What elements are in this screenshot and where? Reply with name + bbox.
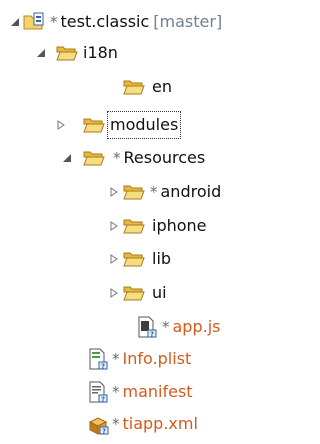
- expand-icon[interactable]: [54, 118, 68, 132]
- folder-open-icon: [122, 75, 146, 99]
- dirty-marker: *: [112, 350, 120, 368]
- tree-row-android[interactable]: * android: [0, 178, 306, 206]
- tiapp-xml-label[interactable]: * tiapp.xml: [112, 411, 198, 437]
- tree-row-project[interactable]: * test.classic [master]: [0, 8, 306, 36]
- plist-file-icon: ?: [86, 347, 110, 371]
- folder-icon: [82, 113, 106, 137]
- svg-text:?: ?: [101, 396, 105, 404]
- expand-icon[interactable]: [107, 219, 121, 233]
- svg-text:?: ?: [102, 428, 106, 436]
- dirty-marker: *: [112, 383, 120, 401]
- tree-row-i18n[interactable]: i18n: [0, 39, 306, 67]
- android-label[interactable]: * android: [150, 179, 221, 205]
- tree-row-manifest[interactable]: ? * manifest: [0, 378, 306, 406]
- lib-label[interactable]: lib: [152, 246, 171, 272]
- node-name: manifest: [122, 382, 193, 401]
- xml-file-icon: ?: [86, 412, 110, 436]
- expand-icon[interactable]: [107, 185, 121, 199]
- js-file-icon: ?: [135, 315, 159, 339]
- tree-row-info-plist[interactable]: ? * Info.plist: [0, 345, 306, 373]
- collapse-icon[interactable]: [60, 151, 74, 165]
- project-folder-icon: [22, 10, 46, 34]
- dirty-marker: *: [112, 415, 120, 433]
- collapse-icon[interactable]: [8, 15, 22, 29]
- project-explorer-tree: * test.classic [master] i18n en modules …: [0, 0, 306, 444]
- tree-row-ui[interactable]: ui: [0, 279, 306, 307]
- git-branch: [master]: [153, 12, 223, 31]
- svg-text:?: ?: [150, 331, 154, 339]
- svg-text:?: ?: [101, 363, 105, 371]
- tree-row-tiapp-xml[interactable]: ? * tiapp.xml: [0, 410, 306, 438]
- node-name: lib: [152, 249, 172, 268]
- node-name: android: [160, 182, 222, 201]
- resources-label[interactable]: * Resources: [113, 145, 205, 171]
- folder-icon: [122, 281, 146, 305]
- i18n-label[interactable]: i18n: [83, 40, 118, 66]
- expand-icon[interactable]: [107, 286, 121, 300]
- tree-row-app-js[interactable]: ? * app.js: [0, 313, 306, 341]
- dirty-marker: *: [50, 13, 58, 31]
- folder-icon: [122, 214, 146, 238]
- collapse-icon[interactable]: [34, 46, 48, 60]
- tree-row-en[interactable]: en: [0, 73, 306, 101]
- iphone-label[interactable]: iphone: [152, 213, 207, 239]
- folder-icon: [122, 247, 146, 271]
- manifest-label[interactable]: * manifest: [112, 379, 193, 405]
- node-name: i18n: [83, 43, 118, 62]
- node-name: Resources: [123, 148, 206, 167]
- node-name: en: [152, 77, 172, 96]
- project-name: test.classic: [60, 12, 150, 31]
- dirty-marker: *: [113, 149, 121, 167]
- info-plist-label[interactable]: * Info.plist: [112, 346, 191, 372]
- en-label[interactable]: en: [152, 74, 172, 100]
- node-name: app.js: [172, 317, 221, 336]
- node-name: ui: [152, 283, 167, 302]
- tree-row-iphone[interactable]: iphone: [0, 212, 306, 240]
- ui-label[interactable]: ui: [152, 280, 167, 306]
- folder-open-icon: [55, 41, 79, 65]
- node-name: modules: [110, 115, 179, 134]
- modules-label[interactable]: modules: [106, 111, 182, 139]
- dirty-marker: *: [162, 318, 170, 336]
- folder-icon: [122, 180, 146, 204]
- node-name: iphone: [152, 216, 207, 235]
- folder-open-icon: [82, 146, 106, 170]
- tree-row-modules[interactable]: modules: [0, 111, 306, 139]
- dirty-marker: *: [150, 183, 158, 201]
- tree-row-resources[interactable]: * Resources: [0, 144, 306, 172]
- node-name: tiapp.xml: [122, 414, 198, 433]
- tree-row-lib[interactable]: lib: [0, 245, 306, 273]
- text-file-icon: ?: [86, 380, 110, 404]
- app-js-label[interactable]: * app.js: [162, 314, 220, 340]
- node-name: Info.plist: [122, 349, 192, 368]
- expand-icon[interactable]: [107, 252, 121, 266]
- project-label[interactable]: * test.classic [master]: [50, 9, 222, 35]
